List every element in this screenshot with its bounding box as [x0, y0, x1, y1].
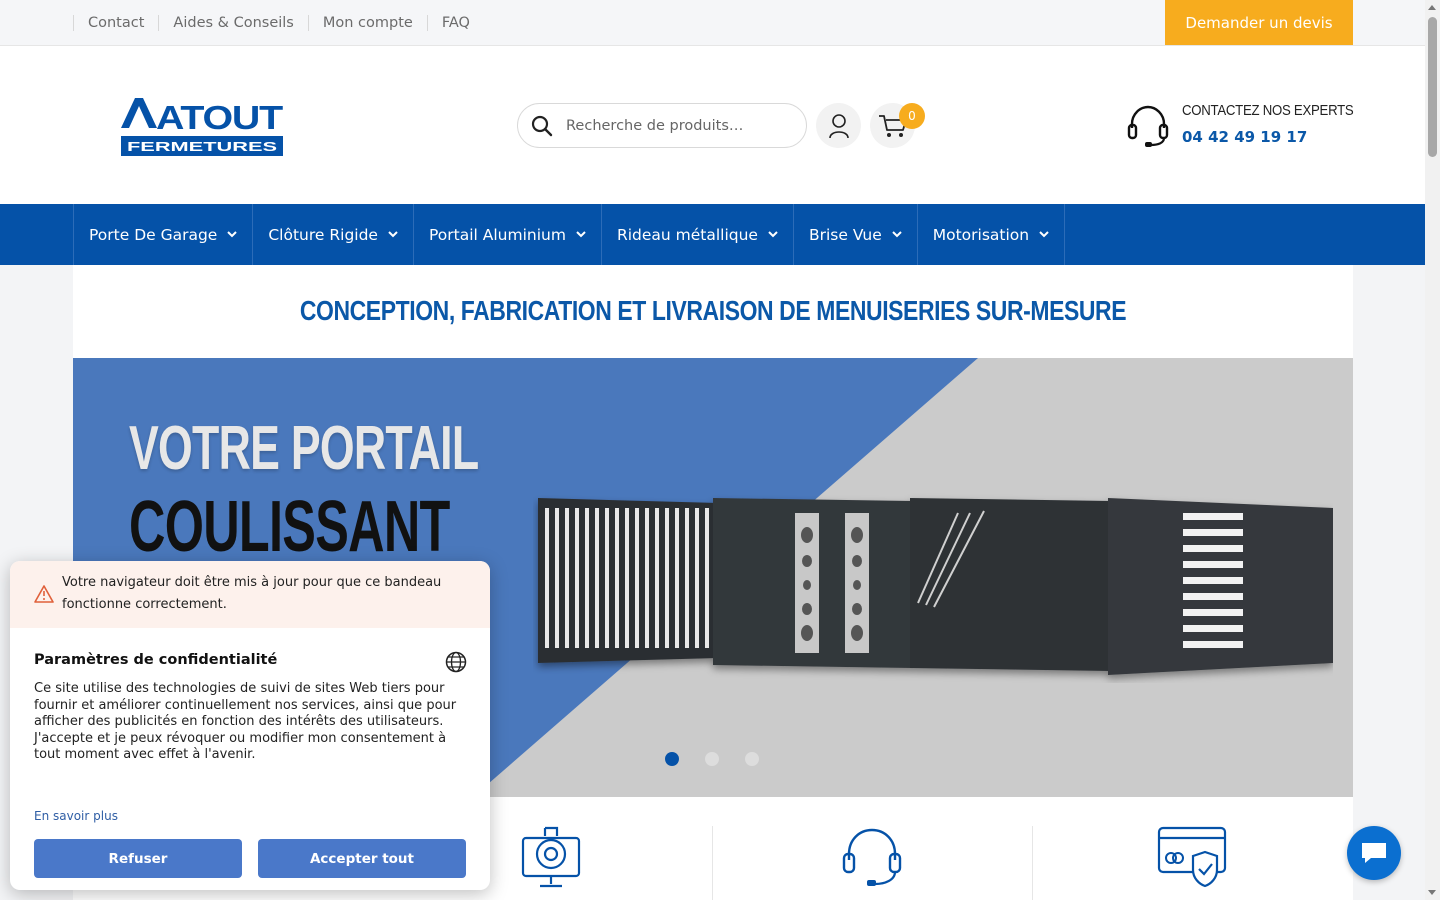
atout-fermetures-logo[interactable]: ATOUT FERMETURES [121, 98, 283, 156]
refuse-button[interactable]: Refuser [34, 839, 242, 878]
gear-monitor-icon [521, 826, 581, 888]
nav-item-label: Motorisation [932, 225, 1030, 244]
banner-headline-1: VOTRE PORTAIL [129, 414, 479, 483]
nav-item-rideau-metallique[interactable]: Rideau métallique [602, 204, 794, 265]
site-header: ATOUT FERMETURES 0 CONTACTEZ NOS EXPERTS… [0, 46, 1425, 204]
chevron-down-icon [227, 231, 238, 238]
nav-item-label: Porte De Garage [89, 225, 218, 244]
feature-divider [712, 826, 713, 900]
contact-phone-link[interactable]: 04 42 49 19 17 [1182, 128, 1307, 146]
nav-item-label: Clôture Rigide [268, 225, 378, 244]
top-link-aides-conseils[interactable]: Aides & Conseils [158, 14, 307, 31]
top-bar: Contact Aides & Conseils Mon compte FAQ … [0, 0, 1425, 46]
nav-item-brise-vue[interactable]: Brise Vue [794, 204, 918, 265]
browser-update-warning: Votre navigateur doit être mis à jour po… [10, 561, 490, 628]
headset-support-icon [842, 828, 902, 886]
headset-icon [1127, 105, 1169, 147]
secure-payment-icon [1157, 826, 1227, 888]
scroll-up-arrow[interactable] [1428, 5, 1436, 10]
nav-item-label: Brise Vue [808, 225, 882, 244]
learn-more-link[interactable]: En savoir plus [34, 809, 118, 823]
globe-icon[interactable] [445, 651, 467, 673]
chat-icon [1362, 843, 1386, 863]
nav-item-portail-aluminium[interactable]: Portail Aluminium [414, 204, 602, 265]
nav-item-motorisation[interactable]: Motorisation [918, 204, 1066, 265]
chat-button[interactable] [1347, 826, 1401, 880]
page-scrollbar[interactable] [1425, 0, 1440, 900]
banner-headline-2: COULISSANT [129, 487, 450, 567]
sliding-gate-image [538, 498, 1333, 675]
search-icon[interactable] [531, 115, 553, 137]
search-input[interactable] [566, 117, 796, 134]
top-links: Contact Aides & Conseils Mon compte FAQ [73, 0, 484, 45]
chevron-down-icon [892, 231, 902, 238]
warning-icon [34, 585, 54, 603]
page-tagline: CONCEPTION, FABRICATION ET LIVRAISON DE … [299, 295, 1127, 326]
top-link-contact[interactable]: Contact [73, 14, 158, 31]
privacy-consent-banner: Votre navigateur doit être mis à jour po… [10, 561, 490, 890]
top-link-faq[interactable]: FAQ [426, 14, 484, 31]
logo-text-bottom: FERMETURES [127, 139, 278, 154]
main-navigation: Porte De Garage Clôture Rigide Portail A… [0, 204, 1425, 265]
contact-experts-label: CONTACTEZ NOS EXPERTS [1182, 102, 1354, 119]
slider-dot-1[interactable] [665, 752, 679, 766]
slider-dots [665, 752, 759, 766]
user-icon [828, 113, 849, 138]
account-button[interactable] [816, 103, 861, 148]
nav-item-porte-de-garage[interactable]: Porte De Garage [74, 204, 254, 265]
warning-text: Votre navigateur doit être mis à jour po… [62, 575, 442, 612]
consent-title: Paramètres de confidentialité [34, 652, 278, 668]
request-quote-button[interactable]: Demander un devis [1165, 0, 1353, 45]
consent-body: Ce site utilise des technologies de suiv… [34, 681, 457, 762]
cart-count-badge: 0 [899, 103, 925, 129]
feature-divider [1032, 826, 1033, 900]
chevron-down-icon [388, 231, 398, 238]
search-bar [517, 103, 807, 148]
slider-dot-2[interactable] [705, 752, 719, 766]
nav-item-label: Rideau métallique [616, 225, 758, 244]
chevron-down-icon [576, 231, 586, 238]
scrollbar-thumb[interactable] [1428, 17, 1437, 157]
accept-all-button[interactable]: Accepter tout [258, 839, 466, 878]
top-link-mon-compte[interactable]: Mon compte [307, 14, 427, 31]
nav-item-cloture-rigide[interactable]: Clôture Rigide [253, 204, 414, 265]
slider-dot-3[interactable] [745, 752, 759, 766]
scroll-down-arrow[interactable] [1428, 890, 1436, 895]
nav-item-label: Portail Aluminium [428, 225, 566, 244]
chevron-down-icon [1039, 231, 1049, 238]
logo-text-top: ATOUT [156, 99, 283, 136]
chevron-down-icon [768, 231, 778, 238]
